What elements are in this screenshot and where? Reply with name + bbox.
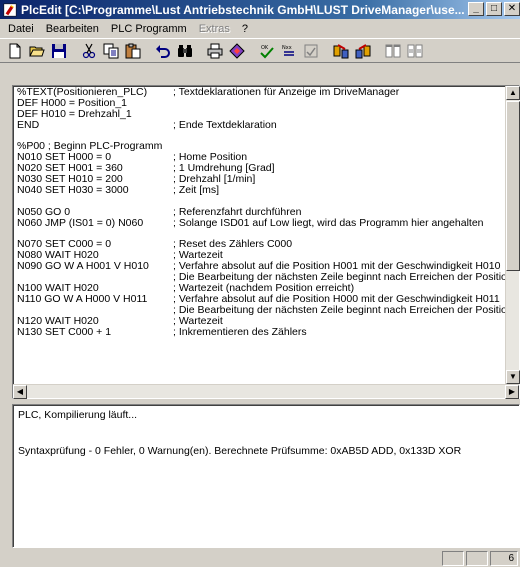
cut-button[interactable]: [78, 41, 100, 61]
scroll-down-arrow-icon[interactable]: ▼: [506, 370, 520, 384]
check-ok-icon: OK: [260, 45, 274, 58]
code-statement: N110 GO W A H000 V H011: [17, 292, 148, 305]
compile-button[interactable]: [226, 41, 248, 61]
code-statement: N090 GO W A H001 V H010: [17, 260, 149, 273]
new-file-button[interactable]: [4, 41, 26, 61]
maximize-button[interactable]: □: [486, 2, 502, 16]
code-statement: N130 SET C000 + 1: [17, 325, 112, 338]
open-folder-icon: [29, 46, 45, 56]
vertical-scrollbar[interactable]: ▲ ▼: [505, 86, 520, 384]
window-tile-icon: [385, 44, 401, 57]
paste-button[interactable]: [122, 41, 144, 61]
code-statement: N120 WAIT H020: [17, 314, 99, 327]
code-line[interactable]: N120 WAIT H020 ; Wartezeit: [17, 314, 505, 327]
upload-icon: [355, 43, 371, 58]
save-button[interactable]: [48, 41, 70, 61]
nxx-icon: Nxx: [282, 45, 294, 56]
upload-button[interactable]: [352, 41, 374, 61]
scissors-icon: [82, 43, 96, 58]
code-comment: ; Inkrementieren des Zählers: [173, 325, 307, 338]
code-editor[interactable]: %TEXT(Positionieren_PLC); Textdeklaratio…: [12, 85, 520, 399]
menu-help[interactable]: ?: [236, 23, 254, 35]
scroll-left-arrow-icon[interactable]: ◀: [13, 385, 27, 399]
status-bar: 6: [0, 549, 520, 567]
code-comment: ; Wartezeit: [173, 314, 223, 327]
open-button[interactable]: [26, 41, 48, 61]
code-line[interactable]: N130 SET C000 + 1 ; Inkrementieren des Zä…: [17, 325, 505, 338]
window-cascade-icon: [407, 44, 423, 57]
close-button[interactable]: ✕: [504, 2, 520, 16]
output-line: Syntaxprüfung - 0 Fehler, 0 Warnung(en).…: [18, 445, 462, 457]
code-line[interactable]: N040 SET H030 = 3000 ; Zeit [ms]: [17, 185, 505, 196]
minimize-button[interactable]: _: [468, 2, 484, 16]
nxx-button[interactable]: Nxx: [278, 41, 300, 61]
window-title: PlcEdit [C:\Programme\Lust Antriebstechn…: [21, 2, 465, 17]
plcedit-app-icon: [3, 3, 17, 16]
svg-text:OK: OK: [261, 45, 269, 51]
toolbar: OK Nxx: [0, 38, 520, 63]
code-comment: ; Solange ISD01 auf Low liegt, wird das …: [173, 216, 484, 229]
ok-disabled-icon: [304, 44, 318, 57]
title-bar[interactable]: PlcEdit [C:\Programme\Lust Antriebstechn…: [0, 0, 520, 19]
check-button[interactable]: OK: [256, 41, 278, 61]
window-cascade-button[interactable]: [404, 41, 426, 61]
menu-plc-programm[interactable]: PLC Programm: [105, 23, 193, 35]
code-area[interactable]: %TEXT(Positionieren_PLC); Textdeklaratio…: [17, 87, 505, 384]
code-comment: ; Ende Textdeklaration: [173, 118, 277, 131]
save-disk-icon: [52, 43, 66, 58]
horizontal-scrollbar[interactable]: ◀ ▶: [13, 384, 519, 399]
compiler-output-panel[interactable]: PLC, Kompilierung läuft... Syntaxprüfung…: [12, 404, 520, 548]
printer-icon: [207, 43, 223, 58]
find-button[interactable]: [174, 41, 196, 61]
scroll-right-arrow-icon[interactable]: ▶: [505, 385, 519, 399]
vertical-scroll-thumb[interactable]: [506, 101, 520, 271]
menu-bearbeiten[interactable]: Bearbeiten: [40, 23, 105, 35]
menu-extras[interactable]: Extras: [193, 23, 236, 35]
window-tile-button[interactable]: [382, 41, 404, 61]
status-pane-1: [442, 550, 464, 566]
code-statement: N040 SET H030 = 3000: [17, 184, 129, 197]
code-line[interactable]: END ; Ende Textdeklaration: [17, 118, 505, 131]
code-line[interactable]: N060 JMP (IS01 = 0) N060 ; Solange ISD01 …: [17, 216, 505, 229]
download-icon: [333, 43, 349, 58]
status-pane-2: [466, 550, 488, 566]
svg-text:Nxx: Nxx: [282, 45, 292, 51]
compile-icon: [229, 42, 245, 59]
print-button[interactable]: [204, 41, 226, 61]
scroll-up-arrow-icon[interactable]: ▲: [506, 86, 520, 100]
code-comment: ; Textdeklarationen für Anzeige im Drive…: [173, 87, 400, 98]
undo-button[interactable]: [152, 41, 174, 61]
output-line: PLC, Kompilierung läuft...: [18, 409, 138, 421]
menu-datei[interactable]: Datei: [2, 23, 40, 35]
copy-button[interactable]: [100, 41, 122, 61]
code-comment: ; Zeit [ms]: [173, 184, 220, 197]
binoculars-icon: [178, 44, 192, 57]
code-statement: N060 JMP (IS01 = 0) N060: [17, 216, 144, 229]
paste-clipboard-icon: [125, 43, 141, 58]
status-line-number: 6: [490, 550, 518, 566]
menu-bar: Datei Bearbeiten PLC Programm Extras ?: [0, 19, 520, 38]
new-file-icon: [9, 43, 21, 58]
copy-icon: [103, 43, 119, 58]
undo-icon: [156, 44, 170, 58]
download-button[interactable]: [330, 41, 352, 61]
ok-button[interactable]: [300, 41, 322, 61]
code-statement: END: [17, 118, 40, 131]
